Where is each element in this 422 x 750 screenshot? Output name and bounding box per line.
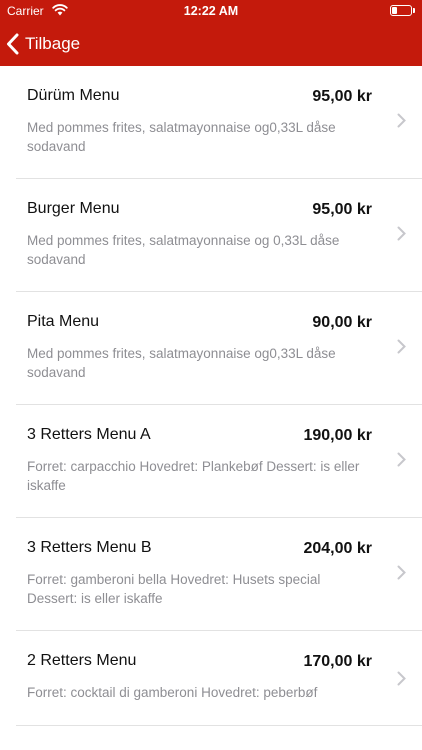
back-button[interactable]: Tilbage [6, 22, 80, 66]
menu-item-price: 190,00 kr [303, 427, 372, 444]
menu-item-description: Forret: cocktail di gamberoni Hovedret: … [27, 685, 318, 700]
clock: 12:22 AM [183, 4, 239, 18]
menu-item-price: 170,00 kr [303, 653, 372, 670]
menu-item-name: 2 Retters Menu [27, 652, 137, 669]
menu-item-description: Med pommes frites, salatmayonnaise og 0,… [27, 233, 340, 267]
menu-item-description: Forret: gamberoni bella Hovedret: Husets… [27, 572, 321, 606]
menu-item-price: 95,00 kr [312, 201, 372, 218]
menu-item[interactable]: Dürüm Menu 95,00 kr Med pommes frites, s… [16, 66, 422, 179]
chevron-right-icon [397, 226, 406, 241]
menu-item-price: 95,00 kr [312, 88, 372, 105]
menu-item[interactable]: 3 Retters Menu B 204,00 kr Forret: gambe… [16, 518, 422, 631]
chevron-right-icon [397, 339, 406, 354]
menu-item[interactable]: 2 Retters Menu 170,00 kr Forret: cocktai… [16, 631, 422, 726]
menu-item[interactable]: Pita Menu 90,00 kr Med pommes frites, sa… [16, 292, 422, 405]
menu-item-description: Med pommes frites, salatmayonnaise og0,3… [27, 346, 336, 380]
menu-item-description: Med pommes frites, salatmayonnaise og0,3… [27, 120, 336, 154]
chevron-left-icon [7, 33, 19, 55]
back-label: Tilbage [25, 34, 81, 53]
menu-item-description: Forret: carpacchio Hovedret: Plankebøf D… [27, 459, 360, 493]
menu-list: Dürüm Menu 95,00 kr Med pommes frites, s… [0, 66, 422, 726]
menu-item[interactable]: Burger Menu 95,00 kr Med pommes frites, … [16, 179, 422, 292]
chevron-right-icon [397, 113, 406, 128]
chevron-right-icon [397, 452, 406, 467]
menu-item-name: 3 Retters Menu B [27, 539, 152, 556]
menu-item-name: Burger Menu [27, 200, 120, 217]
battery-icon [390, 5, 415, 16]
chevron-right-icon [397, 565, 406, 580]
menu-item-price: 90,00 kr [312, 314, 372, 331]
menu-item-name: Dürüm Menu [27, 87, 120, 104]
status-bar: Carrier 12:22 AM [0, 0, 422, 22]
menu-item-name: 3 Retters Menu A [27, 426, 151, 443]
menu-item[interactable]: 3 Retters Menu A 190,00 kr Forret: carpa… [16, 405, 422, 518]
chevron-right-icon [397, 671, 406, 686]
navigation-bar: Tilbage [0, 22, 422, 66]
menu-item-name: Pita Menu [27, 313, 100, 330]
menu-item-price: 204,00 kr [303, 540, 372, 557]
